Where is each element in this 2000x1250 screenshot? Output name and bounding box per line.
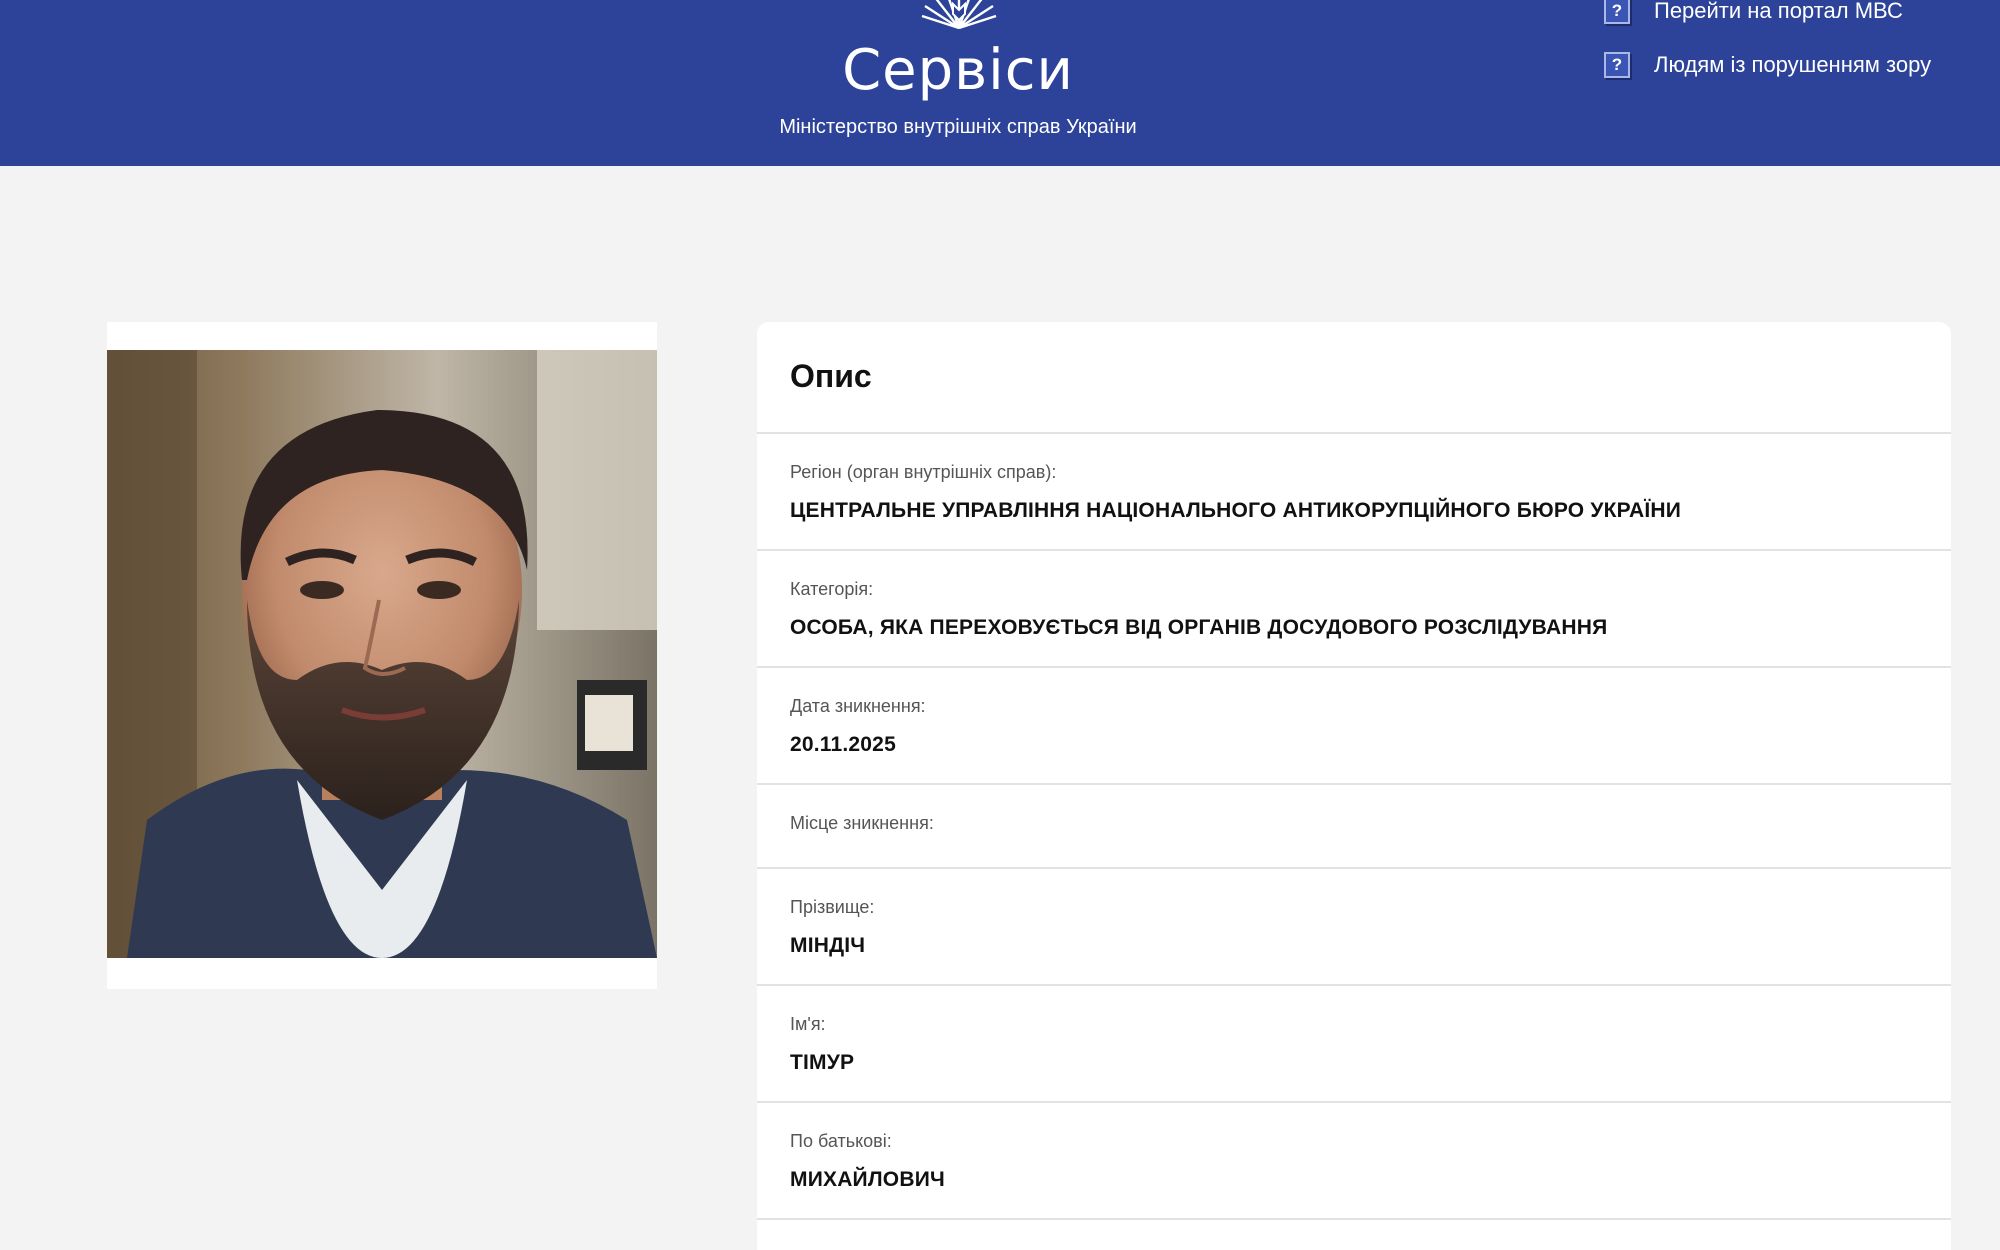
help-icon: ? [1604,0,1630,24]
field-label: Місце зникнення: [790,813,934,833]
field-disappearance-place: Місце зникнення: [757,785,1951,869]
description-card: Опис Регіон (орган внутрішніх справ): ЦЕ… [757,322,1951,1250]
site-header: Сервіси Міністерство внутрішніх справ Ук… [0,0,2000,166]
person-photo [107,350,657,958]
visually-impaired-link-label: Людям із порушенням зору [1654,52,1932,77]
field-value: МИХАЙЛОВИЧ [790,1168,945,1191]
field-value: 20.11.2025 [790,733,896,756]
mvs-portal-link-label: Перейти на портал МВС [1654,0,1903,23]
field-category: Категорія: ОСОБА, ЯКА ПЕРЕХОВУЄТЬСЯ ВІД … [757,551,1951,668]
field-label: Прізвище: [790,897,875,917]
field-label: Ім'я: [790,1014,826,1034]
help-icon: ? [1604,52,1630,78]
brand-subtitle: Міністерство внутрішніх справ України [779,116,1137,138]
field-value: ОСОБА, ЯКА ПЕРЕХОВУЄТЬСЯ ВІД ОРГАНІВ ДОС… [790,616,1608,639]
person-photo-image [107,350,657,958]
field-value: МІНДІЧ [790,934,866,957]
field-value: ЦЕНТРАЛЬНЕ УПРАВЛІННЯ НАЦІОНАЛЬНОГО АНТИ… [790,499,1682,522]
field-value: ТІМУР [790,1051,855,1074]
mvs-portal-link[interactable]: ? Перейти на портал МВС [1604,0,1903,24]
visually-impaired-link[interactable]: ? Людям із порушенням зору [1604,52,1931,78]
field-disappearance-date: Дата зникнення: 20.11.2025 [757,668,1951,785]
photo-card [107,322,657,989]
field-patronymic: По батькові: МИХАЙЛОВИЧ [757,1103,1951,1220]
field-region: Регіон (орган внутрішніх справ): ЦЕНТРАЛ… [757,434,1951,551]
field-label: Регіон (орган внутрішніх справ): [790,462,1057,482]
field-label: По батькові: [790,1131,892,1151]
field-first-name: Ім'я: ТІМУР [757,986,1951,1103]
mvs-emblem-icon [921,0,997,30]
field-label: Дата зникнення: [790,696,926,716]
description-title: Опис [757,322,1951,434]
page: Сервіси Міністерство внутрішніх справ Ук… [0,0,2000,1250]
field-surname: Прізвище: МІНДІЧ [757,869,1951,986]
field-label: Категорія: [790,579,874,599]
